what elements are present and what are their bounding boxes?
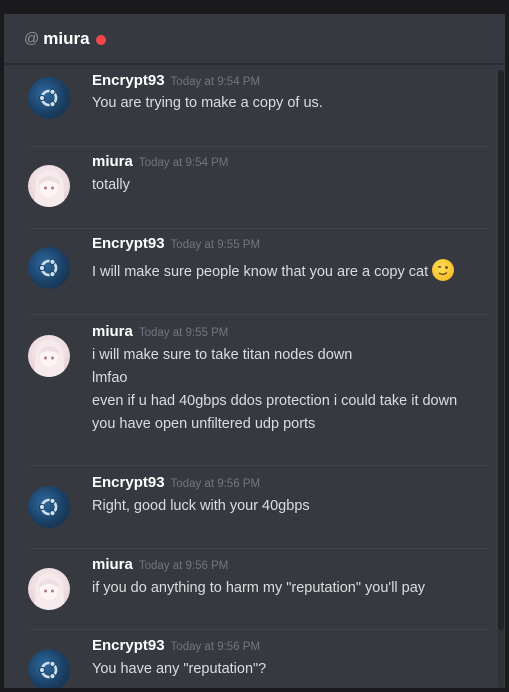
message-text: i will make sure to take titan nodes dow… xyxy=(92,347,353,363)
ubuntu-logo-icon xyxy=(38,258,58,278)
message-timestamp: Today at 9:55 PM xyxy=(170,239,261,251)
ubuntu-logo-icon xyxy=(38,497,58,517)
message-timestamp: Today at 9:55 PM xyxy=(138,327,229,339)
message-author[interactable]: miura Today at 9:55 PM xyxy=(92,323,228,340)
message-timestamp: Today at 9:56 PM xyxy=(170,641,261,653)
message-timestamp: Today at 9:54 PM xyxy=(170,76,261,88)
anime-girl-avatar-icon xyxy=(34,340,65,377)
message-divider xyxy=(30,629,489,630)
message-timestamp: Today at 9:54 PM xyxy=(138,157,229,169)
message-timestamp: Today at 9:56 PM xyxy=(170,478,261,490)
message-author[interactable]: Encrypt93 Today at 9:54 PM xyxy=(92,72,260,89)
avatar[interactable] xyxy=(28,165,70,207)
status-dnd-icon xyxy=(95,34,106,45)
message-text: totally xyxy=(92,177,130,193)
message-divider xyxy=(30,465,489,466)
scrollbar-track[interactable] xyxy=(498,70,504,688)
message-list[interactable]: Encrypt93 Today at 9:54 PM You are trying… xyxy=(4,65,505,688)
message-text: you have open unfiltered udp ports xyxy=(92,416,316,432)
message-author[interactable]: miura Today at 9:56 PM xyxy=(92,556,228,573)
at-icon: @ xyxy=(24,30,40,47)
message-text: You are trying to make a copy of us. xyxy=(92,95,323,111)
message-author[interactable]: Encrypt93 Today at 9:56 PM xyxy=(92,637,260,654)
channel-name[interactable]: miura xyxy=(43,29,89,49)
message-timestamp: Today at 9:56 PM xyxy=(138,560,229,572)
dm-window: @ miura Encrypt93 Today at 9:54 PM You ar… xyxy=(4,14,505,688)
message-author[interactable]: Encrypt93 Today at 9:55 PM xyxy=(92,235,260,252)
channel-header: @ miura xyxy=(4,14,505,64)
anime-girl-avatar-icon xyxy=(34,573,65,610)
message-text: I will make sure people know that you ar… xyxy=(92,259,455,283)
avatar[interactable] xyxy=(28,77,70,119)
message-author[interactable]: Encrypt93 Today at 9:56 PM xyxy=(92,474,260,491)
anime-girl-avatar-icon xyxy=(34,170,65,207)
message-text: even if u had 40gbps ddos protection i c… xyxy=(92,393,458,409)
message-text: Right, good luck with your 40gbps xyxy=(92,498,310,514)
message-divider xyxy=(30,146,489,147)
message-author[interactable]: miura Today at 9:54 PM xyxy=(92,153,228,170)
scrollbar-thumb[interactable] xyxy=(498,70,504,630)
message-text: if you do anything to harm my "reputatio… xyxy=(92,580,426,596)
avatar[interactable] xyxy=(28,486,70,528)
avatar[interactable] xyxy=(28,649,70,688)
message-text: lmfao xyxy=(92,370,128,386)
ubuntu-logo-icon xyxy=(38,660,58,680)
message-divider xyxy=(30,314,489,315)
message-divider xyxy=(30,548,489,549)
avatar[interactable] xyxy=(28,568,70,610)
avatar[interactable] xyxy=(28,247,70,289)
avatar[interactable] xyxy=(28,335,70,377)
ubuntu-logo-icon xyxy=(38,88,58,108)
winking-face-emoji-icon[interactable] xyxy=(432,259,455,281)
message-text: You have any "reputation"? xyxy=(92,661,267,677)
message-divider xyxy=(30,228,489,229)
